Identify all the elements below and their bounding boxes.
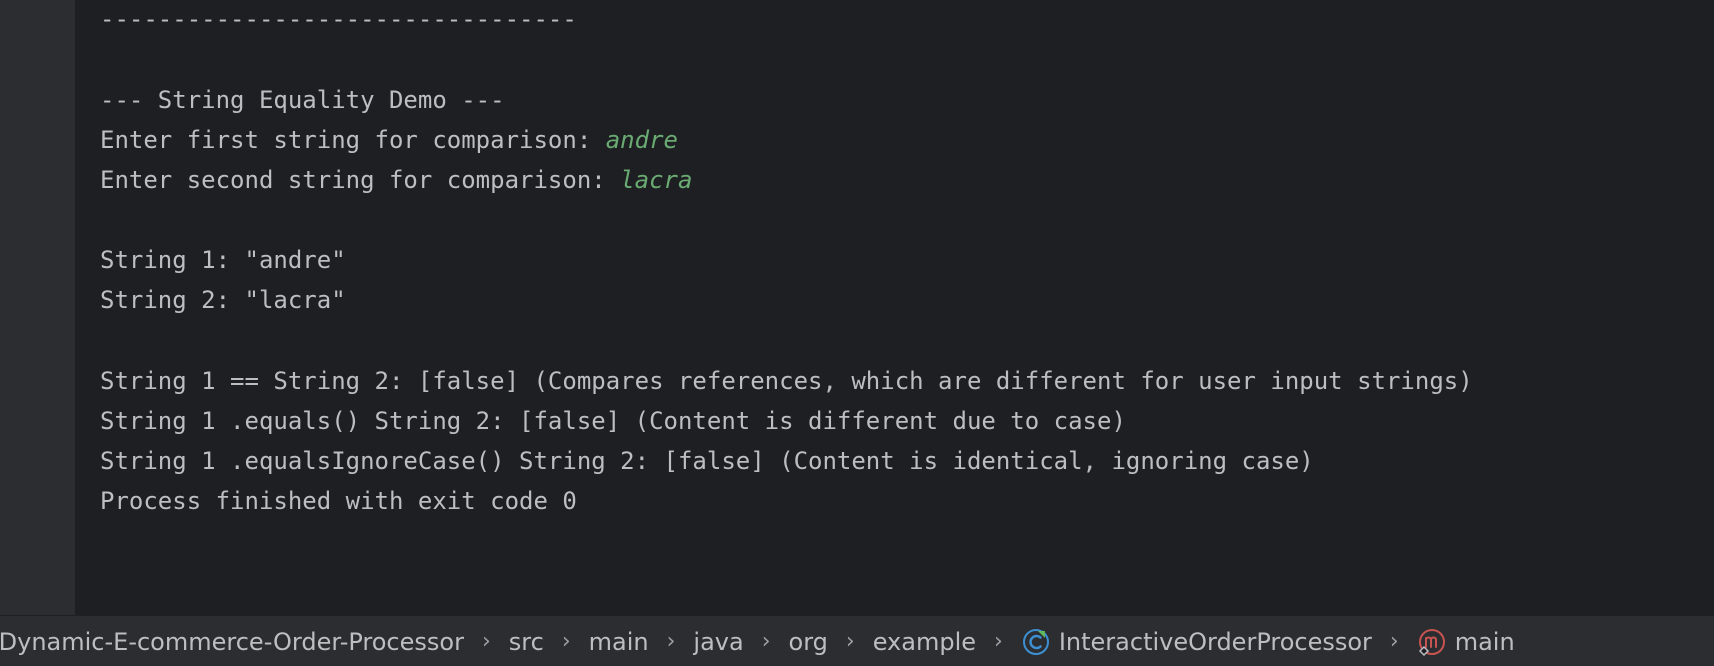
breadcrumb-item-main[interactable]: main: [589, 628, 649, 656]
breadcrumb-label: main: [588, 627, 649, 656]
chevron-right-icon: ›: [845, 629, 855, 654]
breadcrumb-label: InteractiveOrderProcessor: [1058, 627, 1372, 656]
breadcrumb-item-class[interactable]: InteractiveOrderProcessor: [1021, 627, 1372, 657]
breadcrumb-item-method[interactable]: main: [1417, 627, 1515, 657]
console-gutter: [0, 0, 75, 615]
breadcrumb-item-example[interactable]: example: [873, 628, 976, 656]
chevron-right-icon: ›: [666, 629, 676, 654]
console-prompt-second-line: Enter second string for comparison: lacr…: [100, 158, 692, 202]
breadcrumb-label: src: [508, 627, 544, 656]
breadcrumb-label: org: [788, 627, 828, 656]
java-class-icon: [1022, 628, 1049, 655]
console-compare-ref-line: String 1 == String 2: [false] (Compares …: [100, 367, 1473, 395]
console-compare-ignorecase-line: String 1 .equalsIgnoreCase() String 2: […: [100, 447, 1314, 475]
breadcrumb-item-java[interactable]: java: [693, 628, 743, 656]
breadcrumb-item-src[interactable]: src: [509, 628, 544, 656]
navigation-breadcrumb-bar: -Dynamic-E-commerce-Order-Processor › sr…: [0, 615, 1714, 666]
prompt-second-text: Enter second string for comparison:: [100, 166, 621, 194]
prompt-first-text: Enter first string for comparison:: [100, 126, 606, 154]
breadcrumb-item-project[interactable]: -Dynamic-E-commerce-Order-Processor: [0, 628, 464, 656]
run-console-output[interactable]: --------------------------------- --- St…: [75, 0, 1714, 615]
breadcrumb-label: main: [1454, 627, 1515, 656]
chevron-right-icon: ›: [561, 629, 571, 654]
console-separator-line: ---------------------------------: [100, 5, 577, 33]
console-prompt-first-line: Enter first string for comparison: andre: [100, 118, 678, 162]
console-compare-equals-line: String 1 .equals() String 2: [false] (Co…: [100, 407, 1126, 435]
console-demo-header-line: --- String Equality Demo ---: [100, 86, 505, 114]
chevron-right-icon: ›: [994, 629, 1003, 654]
method-icon: [1418, 628, 1445, 656]
chevron-right-icon: ›: [1389, 629, 1399, 654]
chevron-right-icon: ›: [761, 629, 771, 654]
ide-window: --------------------------------- --- St…: [0, 0, 1714, 666]
user-input-first: andre: [605, 126, 678, 154]
console-string2-line: String 2: "lacra": [100, 286, 346, 314]
chevron-right-icon: ›: [481, 629, 491, 654]
console-process-finished-line: Process finished with exit code 0: [100, 487, 577, 515]
user-input-second: lacra: [620, 166, 693, 194]
breadcrumb-label: example: [872, 627, 977, 656]
console-string1-line: String 1: "andre": [100, 246, 346, 274]
breadcrumb: -Dynamic-E-commerce-Order-Processor › sr…: [0, 616, 1515, 666]
breadcrumb-item-org[interactable]: org: [789, 628, 828, 656]
breadcrumb-label: -Dynamic-E-commerce-Order-Processor: [0, 627, 464, 656]
breadcrumb-label: java: [693, 627, 744, 656]
